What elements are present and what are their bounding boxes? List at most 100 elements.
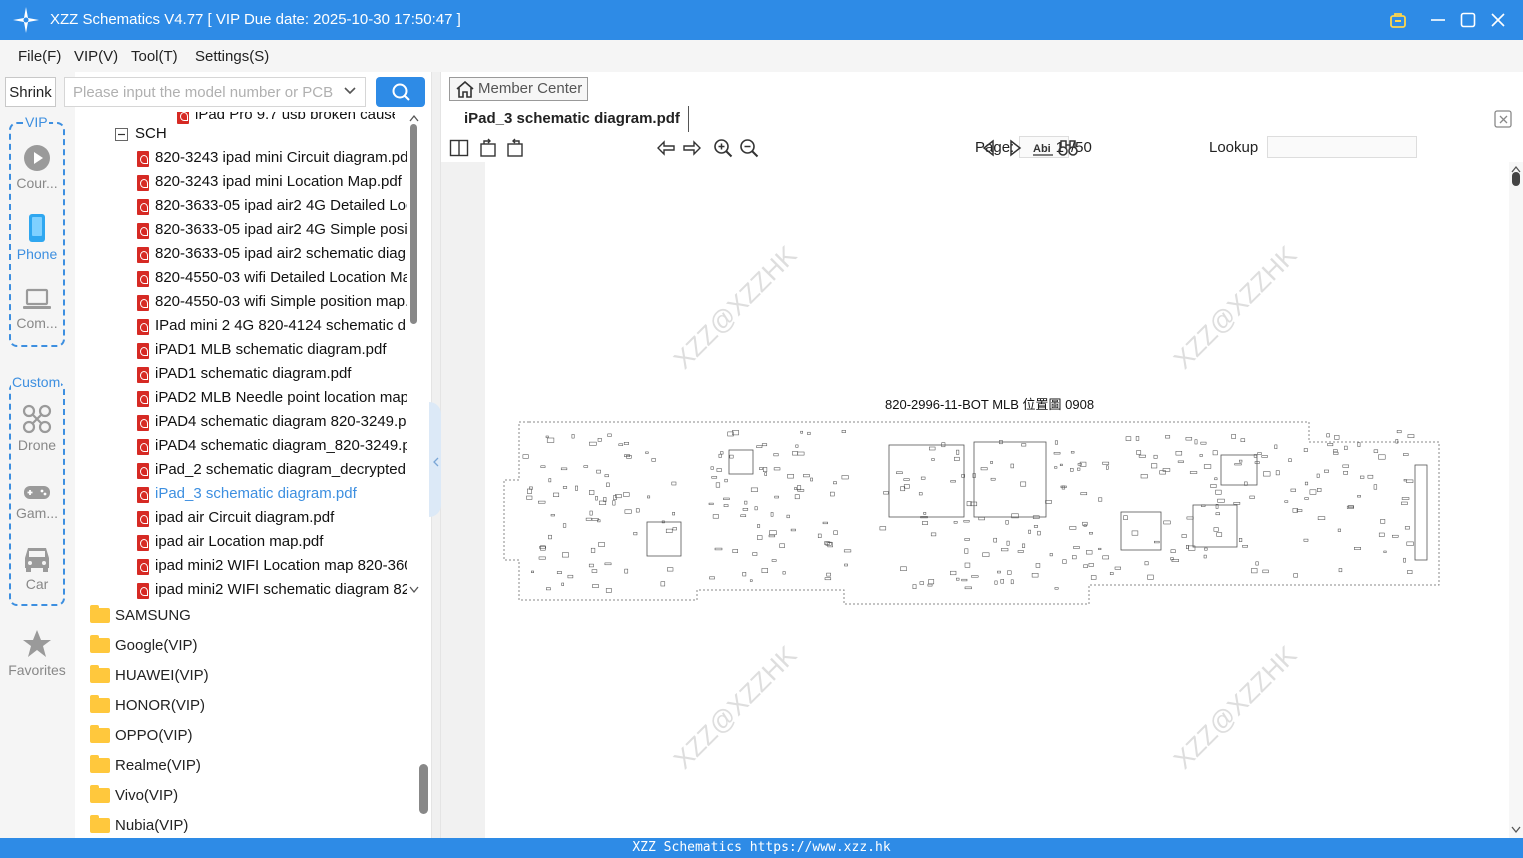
match-case-icon[interactable]: Abi: [1032, 138, 1054, 158]
pcb-component: [1403, 557, 1406, 563]
tree-file-item[interactable]: 820-4550-03 wifi Detailed Location Map.p…: [75, 268, 415, 292]
tree-file-item[interactable]: iPad_3 schematic diagram.pdf: [75, 484, 415, 508]
brand-folder-item[interactable]: SAMSUNG: [75, 602, 405, 630]
brand-folder-item[interactable]: Vivo(VIP): [75, 782, 405, 810]
prev-page-icon[interactable]: [656, 138, 676, 158]
rotate-left-icon[interactable]: [478, 138, 498, 158]
minimize-icon: [1431, 19, 1445, 21]
pcb-component: [633, 532, 638, 536]
tree-file-item[interactable]: 820-3633-05 ipad air2 schematic diagram.…: [75, 244, 415, 268]
category-courses[interactable]: Cour...: [4, 144, 70, 191]
pcb-component: [714, 547, 723, 551]
search-input[interactable]: [73, 84, 333, 101]
brand-folder-item[interactable]: HUAWEI(VIP): [75, 662, 405, 690]
folder-icon: [90, 815, 110, 833]
tree-file-item[interactable]: iPAD4 schematic diagram_820-3249.pdf: [75, 436, 415, 460]
collapse-left-icon[interactable]: [432, 457, 440, 467]
tree-file-label: 820-3243 ipad mini Location Map.pdf: [155, 173, 402, 190]
home-icon: [456, 81, 474, 98]
tree-file-item[interactable]: iPAD1 schematic diagram.pdf: [75, 364, 415, 388]
tree-file-item[interactable]: iPAD2 MLB Needle point location map.pdf: [75, 388, 415, 412]
menu-vip[interactable]: VIP(V): [74, 48, 118, 65]
scroll-down-icon[interactable]: [409, 586, 419, 594]
tree-file-item[interactable]: iPad_2 schematic diagram_decrypted.pdf: [75, 460, 415, 484]
tree-file-item[interactable]: 820-4550-03 wifi Simple position map.pdf: [75, 292, 415, 316]
shrink-button[interactable]: Shrink: [5, 77, 56, 107]
zoom-in-icon[interactable]: [713, 138, 733, 158]
tree-file-item[interactable]: 820-3633-05 ipad air2 4G Simple position…: [75, 220, 415, 244]
favorites-button[interactable]: Favorites: [4, 629, 70, 678]
pcb-component: [1021, 443, 1027, 447]
brand-folder-item[interactable]: Google(VIP): [75, 632, 405, 660]
pcb-component: [1083, 564, 1088, 568]
tree-file-item[interactable]: ipad mini2 WIFI Location map 820-3602.pd…: [75, 556, 415, 580]
member-center-button[interactable]: Member Center: [449, 77, 588, 101]
category-game[interactable]: Gam...: [4, 482, 70, 521]
tree-file-item[interactable]: iPAD1 MLB schematic diagram.pdf: [75, 340, 415, 364]
panel-splitter[interactable]: [429, 72, 441, 838]
document-scrollbar[interactable]: [1509, 162, 1523, 838]
pcb-component: [807, 431, 811, 435]
document-view[interactable]: XZZ@XZZHK XZZ@XZZHK XZZ@XZZHK XZZ@XZZHK …: [441, 162, 1509, 838]
member-center-label: Member Center: [478, 80, 583, 97]
tree-file-item[interactable]: 820-3243 ipad mini Circuit diagram.pdf: [75, 148, 415, 172]
tree-file-item[interactable]: 820-3633-05 ipad air2 4G Detailed Locati…: [75, 196, 415, 220]
tree-folder-sch[interactable]: SCH: [75, 124, 415, 148]
folder-icon: [90, 635, 110, 653]
tree-file-item[interactable]: ipad air Location map.pdf: [75, 532, 415, 556]
scroll-down-icon[interactable]: [1511, 826, 1521, 834]
tree-scroll-thumb[interactable]: [410, 124, 417, 324]
pcb-component: [922, 521, 928, 525]
pcb-component: [1185, 437, 1193, 441]
find-previous-icon[interactable]: [979, 138, 999, 158]
tree-file-label: iPad_3 schematic diagram.pdf: [155, 485, 357, 502]
close-tab-icon[interactable]: [1494, 110, 1512, 128]
pcb-component: [773, 467, 781, 471]
pcb-component: [583, 465, 589, 468]
scroll-up-icon[interactable]: [409, 114, 419, 122]
brand-folder-item[interactable]: Realme(VIP): [75, 752, 405, 780]
tree-file-item[interactable]: ipad air Circuit diagram.pdf: [75, 508, 415, 532]
tree-scrollbar[interactable]: [408, 112, 420, 598]
collapse-icon[interactable]: [115, 128, 128, 141]
chevron-down-icon[interactable]: [343, 84, 357, 98]
outer-scroll-thumb[interactable]: [419, 764, 428, 814]
menu-file[interactable]: File(F): [18, 48, 61, 65]
document-tab[interactable]: iPad_3 schematic diagram.pdf: [449, 106, 689, 132]
pcb-component: [1035, 563, 1041, 568]
menu-settings[interactable]: Settings(S): [195, 48, 269, 65]
binoculars-icon[interactable]: [1058, 138, 1078, 158]
brand-folder-item[interactable]: Nubia(VIP): [75, 812, 405, 838]
pcb-component: [1189, 471, 1198, 474]
pcb-component: [1327, 443, 1334, 447]
minimize-button[interactable]: [1426, 8, 1450, 32]
dual-page-icon[interactable]: [449, 138, 469, 158]
vip-bag-button[interactable]: [1386, 8, 1410, 32]
tree-file-item[interactable]: IPad mini 2 4G 820-4124 schematic diagra…: [75, 316, 415, 340]
pcb-component: [623, 492, 630, 497]
file-tree: iPad Pro 9.7 usb broken cause f SCH 820-…: [75, 112, 431, 838]
next-page-icon[interactable]: [682, 138, 702, 158]
category-computer[interactable]: Com...: [4, 288, 70, 331]
category-car-label: Car: [25, 576, 49, 592]
find-next-icon[interactable]: [1005, 138, 1025, 158]
tree-file-item[interactable]: ipad mini2 WIFI schematic diagram 820-36…: [75, 580, 415, 604]
pcb-component: [1215, 512, 1220, 516]
category-car[interactable]: Car: [4, 545, 70, 592]
pcb-component: [1162, 468, 1171, 472]
close-button[interactable]: [1486, 8, 1510, 32]
category-drone[interactable]: Drone: [4, 404, 70, 453]
pcb-component: [1086, 550, 1093, 555]
rotate-right-icon[interactable]: [505, 138, 525, 158]
tree-file-item[interactable]: iPAD4 schematic diagram 820-3249.pdf: [75, 412, 415, 436]
zoom-out-icon[interactable]: [739, 138, 759, 158]
document-scroll-thumb[interactable]: [1512, 172, 1520, 186]
maximize-button[interactable]: [1456, 8, 1480, 32]
brand-folder-item[interactable]: OPPO(VIP): [75, 722, 405, 750]
search-button[interactable]: [376, 77, 425, 107]
category-phone[interactable]: Phone: [4, 213, 70, 262]
lookup-input[interactable]: [1267, 136, 1417, 158]
brand-folder-item[interactable]: HONOR(VIP): [75, 692, 405, 720]
tree-file-item[interactable]: 820-3243 ipad mini Location Map.pdf: [75, 172, 415, 196]
menu-tool[interactable]: Tool(T): [131, 48, 178, 65]
